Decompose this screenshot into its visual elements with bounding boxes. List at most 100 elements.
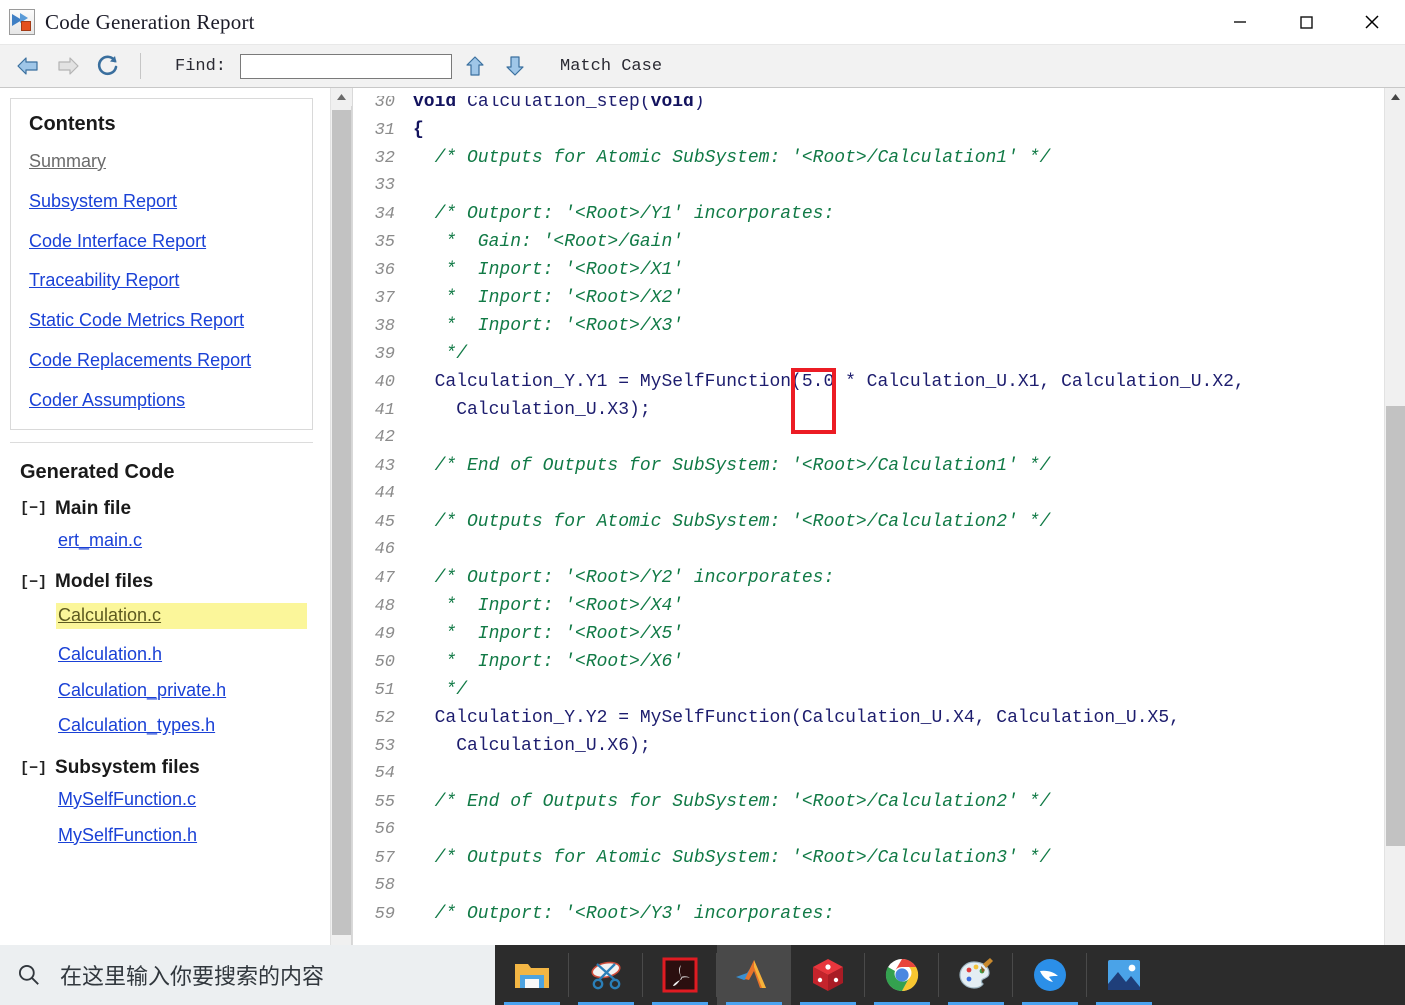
code-text: Calculation_U.X3); [413, 400, 651, 420]
file-link-myselffunction-c[interactable]: MySelfFunction.c [58, 789, 196, 810]
paint-palette-icon [959, 958, 993, 989]
code-generation-report-window: Code Generation Report Find: Match Case … [0, 0, 1405, 1005]
code-text: /* Outport: '<Root>/Y1' incorporates: [413, 204, 835, 224]
taskbar-item-file-explorer[interactable] [495, 945, 569, 1005]
code-line: 48 * Inport: '<Root>/X4' [361, 592, 1384, 620]
file-link-calculation-types-h[interactable]: Calculation_types.h [58, 715, 215, 736]
code-text: /* Outport: '<Root>/Y2' incorporates: [413, 568, 835, 588]
file-link-ert-main-c[interactable]: ert_main.c [58, 530, 142, 551]
line-number: 33 [374, 176, 395, 195]
code-scrollbar[interactable] [1384, 88, 1405, 945]
code-scroll-thumb[interactable] [1386, 406, 1405, 846]
dingtalk-icon [1034, 959, 1066, 991]
collapse-icon[interactable]: [−] [20, 575, 47, 590]
code-line: 42 [361, 424, 1384, 452]
generated-code-title: Generated Code [20, 460, 175, 483]
code-line: 46 [361, 536, 1384, 564]
line-number: 45 [374, 513, 395, 532]
code-line: 50 * Inport: '<Root>/X6' [361, 648, 1384, 676]
code-line: 59 /* Outport: '<Root>/Y3' incorporates: [361, 900, 1384, 928]
title-bar: Code Generation Report [0, 0, 1405, 45]
sidebar-scrollbar[interactable] [330, 88, 352, 945]
file-link-calculation-c[interactable]: Calculation.c [56, 603, 308, 629]
maximize-button[interactable] [1273, 0, 1339, 45]
sidebar-link-traceability-report[interactable]: Traceability Report [29, 271, 294, 291]
matlab-coder-icon [9, 9, 35, 35]
code-line: 31 { [361, 116, 1384, 144]
line-number: 54 [374, 764, 395, 783]
taskbar-item-paint[interactable] [939, 945, 1013, 1005]
file-link-myselffunction-h[interactable]: MySelfFunction.h [58, 825, 197, 846]
line-number: 56 [374, 820, 395, 839]
line-number: 38 [374, 317, 395, 336]
code-text: /* End of Outputs for SubSystem: '<Root>… [413, 456, 1051, 476]
collapse-icon[interactable]: [−] [20, 501, 47, 516]
scroll-up-icon[interactable] [331, 88, 352, 106]
tree-group-label: Model files [55, 571, 154, 593]
taskbar-item-photos[interactable] [1087, 945, 1161, 1005]
sidebar-link-code-interface-report[interactable]: Code Interface Report [29, 231, 294, 252]
sidebar: Contents Summary Subsystem Report Code I… [0, 88, 352, 945]
sidebar-link-static-code-metrics-report[interactable]: Static Code Metrics Report [29, 310, 294, 331]
tree-head-subsystem-files[interactable]: [−] Subsystem files [20, 757, 330, 779]
sidebar-link-code-replacements-report[interactable]: Code Replacements Report [29, 350, 294, 371]
taskbar-item-adobe-acrobat[interactable] [643, 945, 717, 1005]
match-case-option[interactable]: Match Case [560, 57, 662, 76]
code-text: /* End of Outputs for SubSystem: '<Root>… [413, 792, 1051, 812]
close-button[interactable] [1339, 0, 1405, 45]
collapse-icon[interactable]: [−] [20, 761, 47, 776]
snipping-tool-icon [591, 961, 621, 990]
code-lines-container[interactable]: 30 void Calculation_step(void) 31{32 /* Ou… [352, 88, 1384, 945]
taskbar-item-3d-viewer[interactable] [791, 945, 865, 1005]
code-line: 51 */ [361, 676, 1384, 704]
code-line: 35 * Gain: '<Root>/Gain' [361, 228, 1384, 256]
file-link-calculation-private-h[interactable]: Calculation_private.h [58, 680, 226, 701]
matlab-icon [736, 960, 766, 988]
minimize-button[interactable] [1207, 0, 1273, 45]
sidebar-link-coder-assumptions[interactable]: Coder Assumptions [29, 390, 294, 411]
down-arrow-icon[interactable] [498, 49, 532, 83]
refresh-icon[interactable] [90, 49, 126, 83]
line-number: 55 [374, 793, 395, 812]
file-link-calculation-h[interactable]: Calculation.h [58, 644, 162, 665]
google-chrome-icon [885, 958, 919, 992]
up-arrow-icon[interactable] [458, 49, 492, 83]
code-top-clip [353, 88, 1384, 96]
tree-head-main-file[interactable]: [−] Main file [20, 498, 330, 520]
code-line: 45 /* Outputs for Atomic SubSystem: '<Ro… [361, 508, 1384, 536]
sidebar-link-subsystem-report[interactable]: Subsystem Report [29, 191, 294, 212]
taskbar-item-snipping-tool[interactable] [569, 945, 643, 1005]
code-line: 39 */ [361, 340, 1384, 368]
line-number: 57 [374, 849, 395, 868]
code-text: */ [413, 344, 468, 364]
code-text: /* Outputs for Atomic SubSystem: '<Root>… [413, 148, 1051, 168]
search-input[interactable] [240, 53, 453, 79]
line-number: 43 [374, 457, 395, 476]
code-text: Calculation_U.X6); [413, 736, 651, 756]
code-line: 53 Calculation_U.X6); [361, 732, 1384, 760]
taskbar-item-matlab[interactable] [717, 945, 791, 1005]
code-line: 57 /* Outputs for Atomic SubSystem: '<Ro… [361, 844, 1384, 872]
code-line: 33 [361, 172, 1384, 200]
taskbar-item-dingtalk[interactable] [1013, 945, 1087, 1005]
line-number: 59 [374, 905, 395, 924]
sidebar-link-summary[interactable]: Summary [29, 151, 294, 172]
line-number: 46 [374, 540, 395, 559]
line-number: 50 [374, 653, 395, 672]
search-placeholder-text: 在这里输入你要搜索的内容 [60, 965, 325, 990]
taskbar-item-google-chrome[interactable] [865, 945, 939, 1005]
code-line: 58 [361, 872, 1384, 900]
line-number: 47 [374, 569, 395, 588]
toolbar-divider [140, 53, 141, 79]
scroll-up-icon[interactable] [1385, 88, 1405, 106]
line-number: 42 [374, 428, 395, 447]
taskbar-search-box[interactable]: 在这里输入你要搜索的内容 [0, 945, 495, 1005]
code-text: * Gain: '<Root>/Gain' [413, 232, 684, 252]
photos-icon [1108, 960, 1140, 990]
back-arrow-icon[interactable] [10, 49, 46, 83]
line-number: 51 [374, 681, 395, 700]
sidebar-scroll-thumb[interactable] [332, 110, 351, 935]
code-text: * Inport: '<Root>/X6' [413, 652, 684, 672]
search-icon [18, 964, 39, 985]
tree-head-model-files[interactable]: [−] Model files [20, 571, 330, 593]
